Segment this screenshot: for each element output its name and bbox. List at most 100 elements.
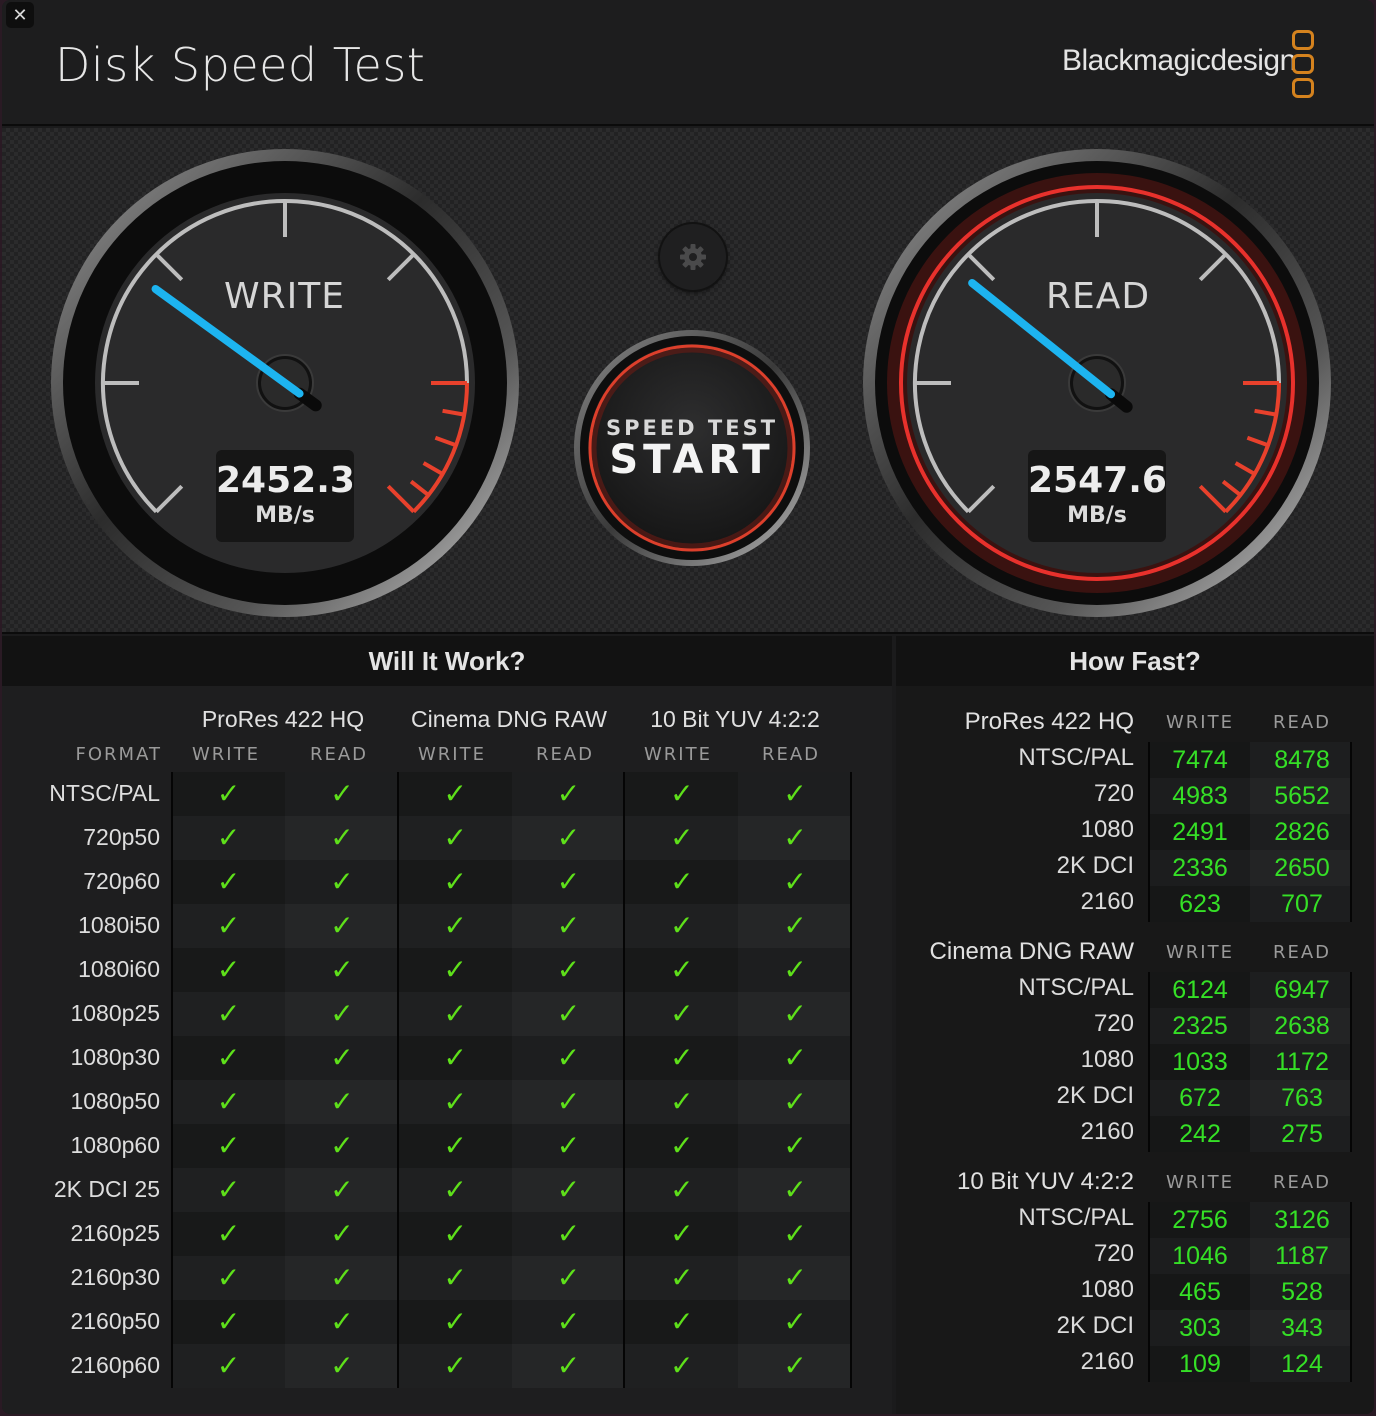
checkmark-icon: ✓ bbox=[216, 1349, 241, 1382]
how-fast-write-header: WRITE bbox=[1166, 942, 1234, 963]
cinema-dng-read-header: READ bbox=[535, 744, 595, 765]
format-label: NTSC/PAL bbox=[49, 780, 160, 806]
checkmark-icon: ✓ bbox=[556, 1349, 581, 1382]
compatibility-cell: ✓ bbox=[738, 816, 852, 860]
compatibility-cell: ✓ bbox=[738, 1256, 852, 1300]
write-fps-value: 2491 bbox=[1172, 818, 1228, 846]
write-fps-value: 2325 bbox=[1172, 1012, 1228, 1040]
write-fps-value: 303 bbox=[1179, 1314, 1221, 1342]
read-fps-value: 1172 bbox=[1275, 1048, 1329, 1076]
compatibility-cell: ✓ bbox=[511, 816, 626, 860]
checkmark-icon: ✓ bbox=[556, 1173, 581, 1206]
resolution-label: 1080 bbox=[1080, 1046, 1134, 1073]
checkmark-icon: ✓ bbox=[783, 1041, 807, 1074]
checkmark-icon: ✓ bbox=[216, 1173, 241, 1206]
read-fps-value: 275 bbox=[1281, 1120, 1323, 1148]
close-button[interactable]: ✕ bbox=[6, 2, 34, 28]
settings-button[interactable] bbox=[660, 224, 726, 290]
resolution-label: 2K DCI bbox=[1056, 1312, 1134, 1339]
write-gauge bbox=[51, 149, 519, 617]
compatibility-cell: ✓ bbox=[511, 1344, 626, 1388]
format-label: 1080p50 bbox=[70, 1088, 160, 1114]
how-fast-row: 2160 623 707 bbox=[896, 886, 1374, 922]
format-label: 720p50 bbox=[83, 824, 160, 850]
how-fast-read-header: READ bbox=[1272, 712, 1332, 733]
checkmark-icon: ✓ bbox=[330, 1217, 354, 1250]
format-label: 2K DCI 25 bbox=[53, 1176, 160, 1202]
compatibility-cell: ✓ bbox=[398, 1168, 512, 1212]
compatibility-cell: ✓ bbox=[398, 1036, 512, 1080]
compatibility-cell: ✓ bbox=[625, 1168, 739, 1212]
checkmark-icon: ✓ bbox=[670, 777, 694, 810]
compatibility-cell: ✓ bbox=[511, 1036, 626, 1080]
write-speed-unit: MB/s bbox=[255, 503, 315, 528]
compatibility-cell: ✓ bbox=[172, 948, 286, 992]
compatibility-cell: ✓ bbox=[285, 860, 399, 904]
compatibility-cell: ✓ bbox=[738, 992, 852, 1036]
codec-header-prores: ProRes 422 HQ bbox=[201, 706, 365, 732]
checkmark-icon: ✓ bbox=[443, 1041, 467, 1074]
checkmark-icon: ✓ bbox=[443, 821, 467, 854]
compatibility-cell: ✓ bbox=[625, 772, 739, 816]
compatibility-cell: ✓ bbox=[172, 1212, 286, 1256]
speed-test-start-button[interactable]: SPEED TEST START bbox=[572, 328, 812, 568]
format-label: 1080p30 bbox=[70, 1044, 160, 1070]
compatibility-cell: ✓ bbox=[172, 1256, 286, 1300]
write-fps-value: 672 bbox=[1179, 1084, 1221, 1112]
read-fps-value: 124 bbox=[1281, 1350, 1323, 1378]
compatibility-cell: ✓ bbox=[511, 1256, 626, 1300]
read-fps-value: 343 bbox=[1281, 1314, 1323, 1342]
how-fast-row: 2160 242 275 bbox=[896, 1116, 1374, 1152]
checkmark-icon: ✓ bbox=[783, 821, 807, 854]
compatibility-cell: ✓ bbox=[511, 1300, 626, 1344]
compatibility-cell: ✓ bbox=[398, 1212, 512, 1256]
checkmark-icon: ✓ bbox=[783, 1129, 807, 1162]
compatibility-cell: ✓ bbox=[625, 1080, 739, 1124]
compatibility-grid: ✓ ✓ ✓ ✓ ✓ ✓ ✓ ✓ ✓ ✓ ✓ ✓ ✓ ✓ ✓ ✓ ✓ ✓ ✓ ✓ ✓ ✓ ✓ ✓ ✓ ✓ ✓ ✓ ✓ ✓ ✓ ✓ ✓ ✓ ✓ ✓ ✓ ✓ ✓ ✓… bbox=[172, 772, 852, 1388]
checkmark-icon: ✓ bbox=[556, 865, 581, 898]
checkmark-icon: ✓ bbox=[783, 1261, 807, 1294]
compatibility-cell: ✓ bbox=[511, 992, 626, 1036]
checkmark-icon: ✓ bbox=[216, 777, 241, 810]
checkmark-icon: ✓ bbox=[216, 1217, 241, 1250]
compatibility-row: ✓ ✓ ✓ ✓ ✓ ✓ bbox=[172, 1168, 852, 1212]
how-fast-codec-title: 10 Bit YUV 4:2:2 bbox=[957, 1168, 1134, 1195]
checkmark-icon: ✓ bbox=[783, 1173, 807, 1206]
compatibility-row: ✓ ✓ ✓ ✓ ✓ ✓ bbox=[172, 1300, 852, 1344]
grid-divider bbox=[850, 772, 852, 1388]
compatibility-row: ✓ ✓ ✓ ✓ ✓ ✓ bbox=[172, 772, 852, 816]
read-fps-value: 6947 bbox=[1274, 976, 1330, 1004]
compatibility-cell: ✓ bbox=[172, 1080, 286, 1124]
checkmark-icon: ✓ bbox=[556, 1041, 581, 1074]
format-label: 2160p25 bbox=[70, 1220, 160, 1246]
compatibility-cell: ✓ bbox=[398, 1256, 512, 1300]
compatibility-cell: ✓ bbox=[511, 948, 626, 992]
checkmark-icon: ✓ bbox=[670, 997, 694, 1030]
compatibility-cell: ✓ bbox=[398, 816, 512, 860]
checkmark-icon: ✓ bbox=[216, 821, 241, 854]
compatibility-cell: ✓ bbox=[738, 1080, 852, 1124]
compatibility-cell: ✓ bbox=[172, 772, 286, 816]
compatibility-cell: ✓ bbox=[285, 1080, 399, 1124]
compatibility-cell: ✓ bbox=[398, 1344, 512, 1388]
write-fps-value: 242 bbox=[1179, 1120, 1221, 1148]
compatibility-cell: ✓ bbox=[511, 860, 626, 904]
compatibility-cell: ✓ bbox=[285, 1300, 399, 1344]
read-speed-unit: MB/s bbox=[1067, 503, 1127, 528]
how-fast-row: 1080 1033 1172 bbox=[896, 1044, 1374, 1080]
checkmark-icon: ✓ bbox=[670, 1217, 694, 1250]
prores-write-header: WRITE bbox=[192, 744, 260, 765]
checkmark-icon: ✓ bbox=[216, 865, 241, 898]
compatibility-cell: ✓ bbox=[511, 904, 626, 948]
checkmark-icon: ✓ bbox=[783, 1305, 807, 1338]
checkmark-icon: ✓ bbox=[216, 1305, 241, 1338]
checkmark-icon: ✓ bbox=[443, 865, 467, 898]
checkmark-icon: ✓ bbox=[443, 1305, 467, 1338]
read-fps-value: 707 bbox=[1281, 890, 1323, 918]
compatibility-cell: ✓ bbox=[625, 1036, 739, 1080]
checkmark-icon: ✓ bbox=[216, 1261, 241, 1294]
format-label: 2160p30 bbox=[70, 1264, 160, 1290]
start-button-title: START bbox=[609, 437, 775, 483]
compatibility-cell: ✓ bbox=[625, 860, 739, 904]
compatibility-cell: ✓ bbox=[172, 1168, 286, 1212]
